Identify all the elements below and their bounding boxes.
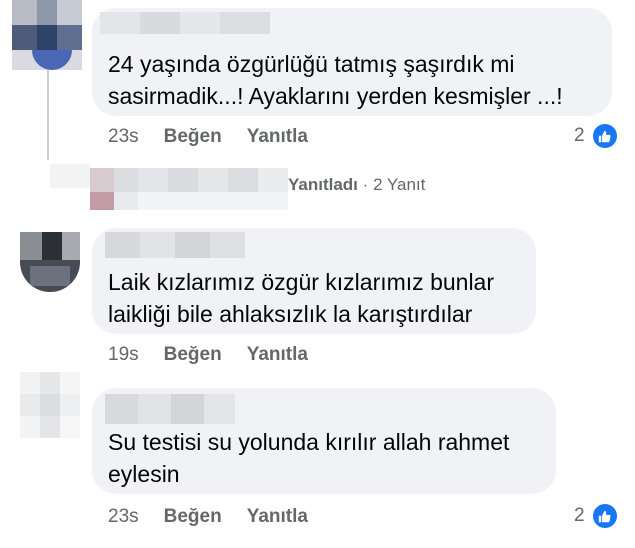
- reply-thread-line: [47, 70, 49, 160]
- like-icon: [590, 122, 619, 150]
- reaction-count: 2: [574, 125, 585, 146]
- comment-timestamp[interactable]: 23s: [108, 126, 139, 148]
- comment-timestamp[interactable]: 19s: [108, 344, 139, 366]
- like-button[interactable]: Beğen: [164, 506, 222, 528]
- like-icon: [590, 502, 619, 530]
- comment-text: 24 yaşında özgürlüğü tatmış şaşırdık mi …: [108, 51, 563, 109]
- like-button[interactable]: Beğen: [164, 126, 222, 148]
- comment-meta: 19s Beğen Yanıtla: [108, 344, 333, 366]
- avatar[interactable]: [20, 372, 80, 438]
- reply-avatar-redacted: [50, 164, 290, 210]
- reaction-count: 2: [574, 505, 585, 526]
- comment-text: Laik kızlarımız özgür kızlarımız bunlar …: [108, 269, 495, 327]
- reaction-summary[interactable]: 2: [574, 502, 619, 530]
- like-button[interactable]: Beğen: [164, 344, 222, 366]
- comment-meta: 23s Beğen Yanıtla: [108, 506, 333, 528]
- comment-meta: 23s Beğen Yanıtla: [108, 126, 333, 148]
- commenter-name-redacted: [100, 12, 270, 34]
- reply-action-label: Yanıtladı: [288, 175, 358, 194]
- reply-count: 2 Yanıt: [373, 175, 426, 194]
- view-replies-link[interactable]: Yanıtladı · 2 Yanıt: [288, 175, 425, 195]
- reply-button[interactable]: Yanıtla: [247, 506, 308, 528]
- avatar[interactable]: [20, 232, 80, 292]
- avatar[interactable]: [12, 0, 82, 70]
- reply-button[interactable]: Yanıtla: [247, 344, 308, 366]
- comment-timestamp[interactable]: 23s: [108, 506, 139, 528]
- commenter-name-redacted: [105, 394, 235, 424]
- separator: ·: [362, 175, 369, 194]
- reaction-summary[interactable]: 2: [574, 122, 619, 150]
- commenter-name-redacted: [105, 232, 245, 258]
- reply-button[interactable]: Yanıtla: [247, 126, 308, 148]
- comment-text: Su testisi su yolunda kırılır allah rahm…: [108, 429, 510, 487]
